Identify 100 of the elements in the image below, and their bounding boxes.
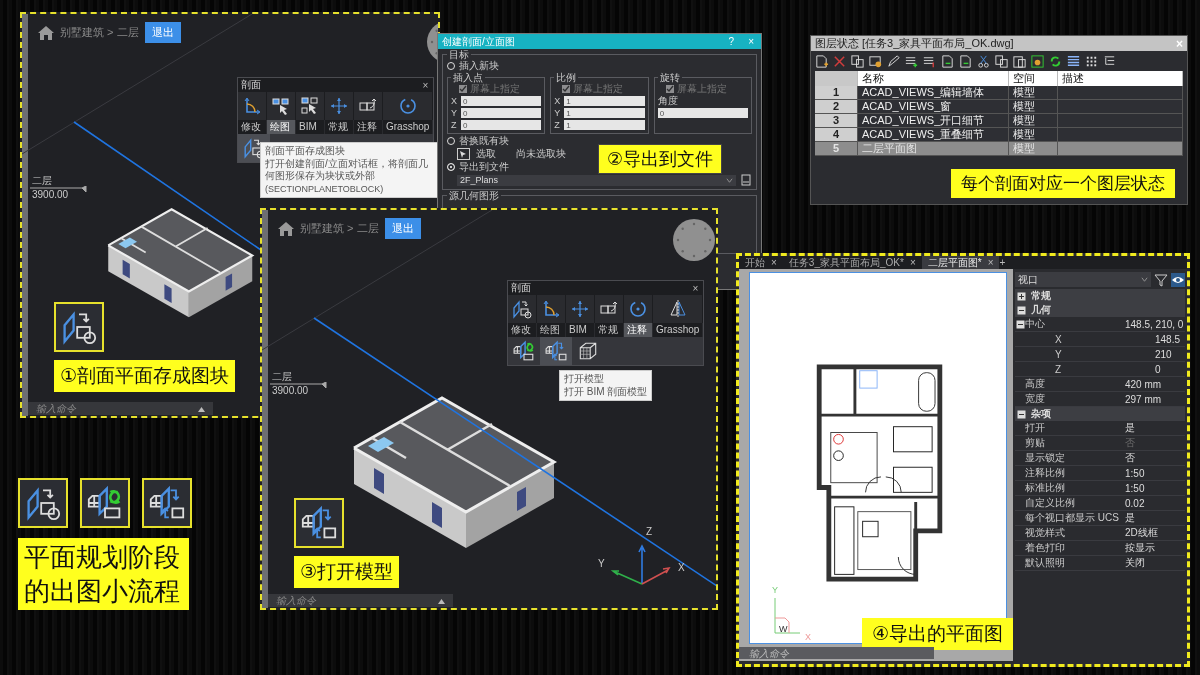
document-tab[interactable]: 任务3_家具平面布局_OK* × (782, 256, 922, 269)
object-dropdown[interactable]: 视口 (1015, 272, 1151, 287)
option-label[interactable]: 替换既有块 (459, 134, 509, 148)
property-value[interactable]: 1:50 (1125, 467, 1185, 479)
plus-box-icon[interactable] (1017, 291, 1026, 301)
move-icon[interactable] (329, 96, 349, 116)
document-tab[interactable]: 二层平面图* × (921, 256, 1000, 269)
axis-label: X (805, 632, 811, 642)
radio-button[interactable] (447, 163, 455, 171)
axis-label: W (779, 624, 788, 634)
cursor-select-icon[interactable] (271, 96, 291, 116)
breadcrumb-text[interactable]: 别墅建筑 > 二层 (300, 221, 379, 236)
minus-box-icon[interactable] (1017, 409, 1026, 419)
eye-icon[interactable] (1171, 272, 1185, 287)
axis-label: Y (772, 585, 778, 595)
coordinate-field[interactable]: 1 (564, 108, 645, 118)
property-value[interactable]: 148.5 (1155, 333, 1185, 345)
circle-dot-icon[interactable] (397, 96, 418, 116)
minus-box-icon[interactable] (1015, 319, 1025, 329)
property-value[interactable]: 1:50 (1125, 482, 1185, 494)
ribbon-tab[interactable]: BIM (296, 120, 325, 134)
ribbon-tab[interactable]: 常规 (595, 323, 624, 337)
coordinate-field[interactable]: 0 (461, 96, 542, 106)
minus-box-icon[interactable] (1017, 305, 1026, 315)
coordinate-field[interactable]: 0 (461, 120, 542, 130)
filter-icon[interactable] (1154, 272, 1168, 287)
close-tab-button[interactable]: × (771, 257, 777, 268)
home-icon[interactable] (38, 25, 54, 40)
caret-icon[interactable] (198, 407, 205, 412)
panel-title: 图层状态 [任务3_家具平面布局_OK.dwg] (815, 36, 1014, 51)
mirror-icon[interactable] (667, 299, 688, 319)
property-value[interactable]: 关闭 (1125, 556, 1185, 570)
property-value[interactable]: 按显示 (1125, 541, 1185, 555)
table-cell: 模型 (1008, 86, 1058, 100)
table-cell[interactable]: ACAD_VIEWS_编辑墙体 (857, 86, 1009, 100)
pencil-icon[interactable] (886, 53, 901, 69)
close-button[interactable]: × (690, 282, 701, 294)
toolbar-title: 剖面 (511, 281, 531, 295)
column-header[interactable]: 名称 (857, 71, 1009, 86)
angle-field[interactable]: 0 (657, 108, 748, 118)
column-header[interactable]: 空间 (1008, 71, 1058, 86)
command-field[interactable]: 输入命令 (268, 594, 453, 607)
property-value[interactable]: 0.02 (1125, 497, 1185, 509)
browse-button[interactable] (740, 174, 752, 186)
option-label[interactable]: 导出到文件 (459, 160, 509, 174)
ribbon-tab[interactable]: 修改 (508, 323, 537, 337)
ribbon-tab[interactable]: BIM (566, 323, 595, 337)
ribbon-tab[interactable]: Grasshop (653, 323, 704, 337)
ribbon-tab[interactable]: 绘图 (537, 323, 566, 337)
property-value[interactable]: 148.5, 210, 0 (1125, 318, 1185, 330)
corner-arrows-icon[interactable] (242, 96, 262, 116)
ribbon-tab[interactable]: Grasshop (383, 120, 434, 134)
list-view-icon[interactable] (1066, 53, 1081, 69)
ribbon-tab[interactable]: 注释 (354, 120, 383, 134)
move-icon[interactable] (570, 299, 590, 319)
coordinate-field[interactable]: 1 (564, 120, 645, 130)
copy-icon[interactable] (850, 53, 865, 69)
new-document-icon[interactable] (814, 53, 829, 69)
plane-block-icon[interactable] (512, 299, 532, 319)
property-value[interactable]: 2D线框 (1125, 526, 1185, 540)
breadcrumb-text[interactable]: 别墅建筑 > 二层 (60, 25, 139, 40)
level-name: 二层 (272, 370, 292, 384)
command-field[interactable]: 输入命令 (28, 402, 213, 415)
tool-button[interactable] (540, 337, 572, 365)
ribbon-tab[interactable]: 绘图 (267, 120, 296, 134)
model-arrows-icon (301, 505, 337, 541)
close-tab-button[interactable]: × (909, 257, 916, 268)
refresh-icon[interactable] (1048, 53, 1063, 69)
property-value[interactable]: 210 (1155, 348, 1185, 360)
navigation-wheel-icon[interactable] (672, 218, 716, 262)
coordinate-field[interactable]: 0 (461, 108, 542, 118)
pick-label[interactable]: 选取 (476, 147, 496, 161)
property-value[interactable]: 297 mm (1125, 393, 1185, 405)
close-tab-button[interactable]: × (987, 257, 994, 268)
property-value[interactable]: 否 (1125, 451, 1185, 465)
corner-arrows-icon[interactable] (541, 299, 561, 319)
ribbon-tab[interactable]: 注释 (624, 323, 653, 337)
column-header[interactable]: 描述 (1057, 71, 1183, 86)
home-icon[interactable] (278, 221, 294, 236)
cursor-select-icon[interactable] (300, 96, 320, 116)
coordinate-field[interactable]: 1 (564, 96, 645, 106)
circle-dot-icon[interactable] (628, 299, 648, 319)
cube-icon (577, 340, 599, 362)
pick-button[interactable] (457, 148, 470, 160)
paste-icon[interactable] (1012, 53, 1027, 69)
property-value[interactable]: 0 (1155, 363, 1185, 375)
property-value[interactable]: 是 (1125, 511, 1185, 525)
new-tab-button[interactable]: + (999, 257, 1006, 268)
option-label[interactable]: 插入新块 (459, 59, 499, 73)
caret-icon[interactable] (438, 599, 445, 604)
file-path-dropdown[interactable]: 2F_Plans (457, 174, 736, 186)
command-field[interactable]: 输入命令 (739, 647, 934, 659)
document-tab[interactable]: 开始 × (739, 256, 783, 269)
copy-icon[interactable] (994, 53, 1009, 69)
property-value[interactable]: 420 mm (1125, 378, 1185, 390)
ribbon-tab[interactable]: 修改 (238, 120, 267, 134)
property-value[interactable]: 是 (1125, 421, 1185, 435)
close-button[interactable]: × (420, 79, 431, 91)
cut-icon[interactable] (976, 53, 991, 69)
ribbon-tab[interactable]: 常规 (325, 120, 354, 134)
